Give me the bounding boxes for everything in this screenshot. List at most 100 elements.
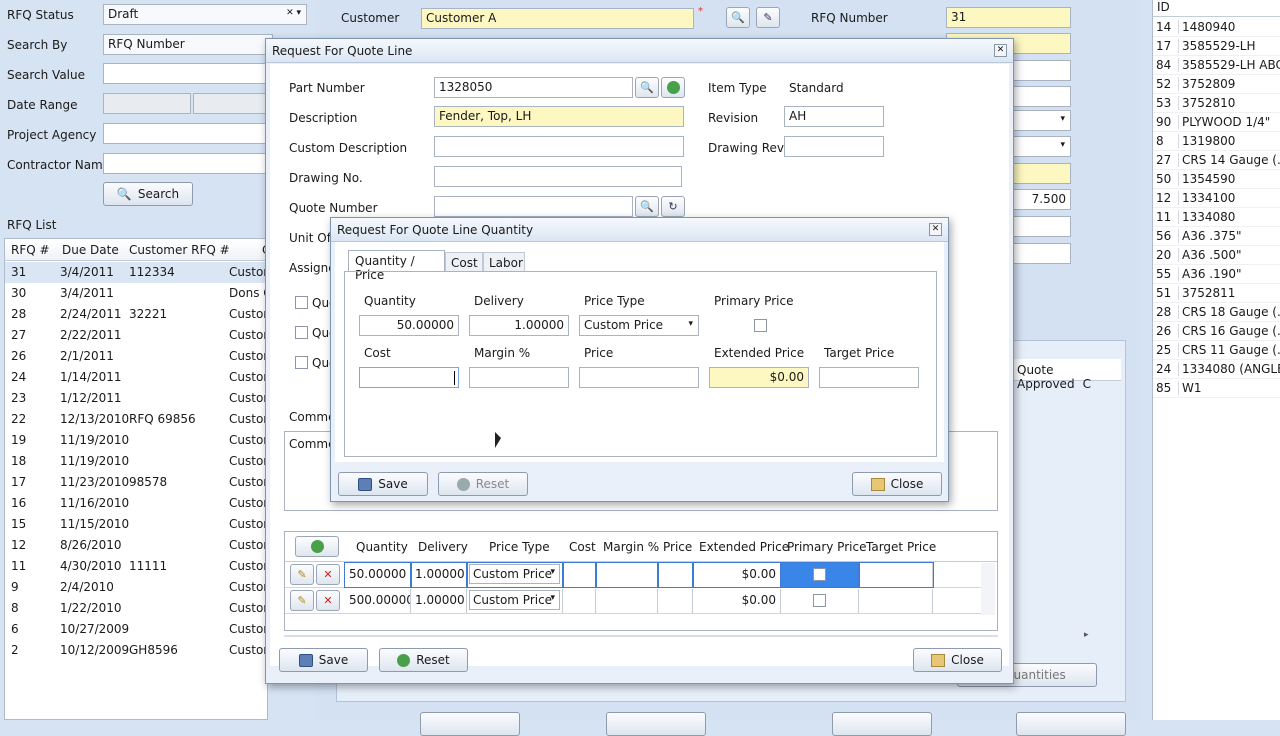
quote-checkbox-2[interactable] xyxy=(295,326,308,339)
rfq-number-input[interactable]: 31 xyxy=(946,7,1071,28)
part-add-button[interactable] xyxy=(661,77,685,98)
contractor-name-input[interactable] xyxy=(103,153,273,174)
table-row[interactable]: 12 8/26/2010 Custon xyxy=(5,535,267,556)
row-extended-price[interactable]: $0.00 xyxy=(693,589,781,613)
list-item[interactable]: 56 A36 .375" xyxy=(1153,227,1280,246)
target-price-input[interactable] xyxy=(819,367,919,388)
list-item[interactable]: 20 A36 .500" xyxy=(1153,246,1280,265)
search-value-input[interactable] xyxy=(103,63,273,84)
tab-cost[interactable]: Cost xyxy=(445,252,483,272)
list-item[interactable]: 84 3585529-LH ABC xyxy=(1153,56,1280,75)
table-row[interactable]: 26 2/1/2011 Custon xyxy=(5,346,267,367)
list-item[interactable]: 28 CRS 18 Gauge (.04 xyxy=(1153,303,1280,322)
quote-checkbox-3[interactable] xyxy=(295,356,308,369)
list-item[interactable]: 53 3752810 xyxy=(1153,94,1280,113)
grid-header-extended-price[interactable]: Extended Price xyxy=(699,540,789,554)
header-rfq-num[interactable]: RFQ # xyxy=(11,243,50,257)
list-item[interactable]: 8 1319800 xyxy=(1153,132,1280,151)
date-from-input[interactable] xyxy=(103,93,191,114)
quantity-input[interactable]: 50.00000 xyxy=(359,315,459,336)
table-row[interactable]: 19 11/19/2010 Custon xyxy=(5,430,267,451)
list-item[interactable]: 14 1480940 xyxy=(1153,18,1280,37)
table-row[interactable]: 8 1/22/2010 Custon xyxy=(5,598,267,619)
row-cost[interactable] xyxy=(563,589,596,613)
header-due-date[interactable]: Due Date xyxy=(62,243,119,257)
close-icon[interactable]: ✕ xyxy=(929,223,942,236)
price-input[interactable] xyxy=(579,367,699,388)
list-item[interactable]: 11 1334080 xyxy=(1153,208,1280,227)
grid-header-target-price[interactable]: Target Price xyxy=(866,540,936,554)
extended-price-input[interactable]: $0.00 xyxy=(709,367,809,388)
list-item[interactable]: 52 3752809 xyxy=(1153,75,1280,94)
add-quantity-button[interactable] xyxy=(295,536,339,557)
table-row[interactable]: 23 1/12/2011 Custon xyxy=(5,388,267,409)
date-to-input[interactable] xyxy=(193,93,273,114)
table-row[interactable]: 6 10/27/2009 Custon xyxy=(5,619,267,640)
bg-bottom-button-4[interactable] xyxy=(1016,712,1126,736)
row-extended-price[interactable]: $0.00 xyxy=(692,562,782,588)
grid-header-delivery[interactable]: Delivery xyxy=(418,540,468,554)
table-row[interactable]: 28 2/24/2011 32221 Custon xyxy=(5,304,267,325)
grid-header-primary-price[interactable]: Primary Price xyxy=(787,540,866,554)
customer-input[interactable]: Customer A xyxy=(421,8,694,29)
grid-scrollbar[interactable] xyxy=(981,563,995,615)
delete-row-button[interactable]: ✕ xyxy=(316,590,340,611)
row-price[interactable] xyxy=(658,589,693,613)
qty-close-button[interactable]: Close xyxy=(852,472,942,496)
row-primary-price[interactable] xyxy=(780,562,860,588)
cost-input[interactable] xyxy=(359,367,459,388)
row-primary-price[interactable] xyxy=(781,589,859,613)
part-number-input[interactable]: 1328050 xyxy=(434,77,633,98)
edit-row-button[interactable]: ✎ xyxy=(290,590,314,611)
row-quantity[interactable]: 50.00000 xyxy=(344,562,412,588)
description-input[interactable]: Fender, Top, LH xyxy=(434,106,684,127)
line-save-button[interactable]: Save xyxy=(279,648,368,672)
quote-search-button[interactable]: 🔍 xyxy=(635,196,659,217)
delete-row-button[interactable]: ✕ xyxy=(316,564,340,585)
row-price[interactable] xyxy=(657,562,694,588)
row-margin[interactable] xyxy=(596,589,658,613)
header-customer-rfq[interactable]: Customer RFQ # xyxy=(129,243,230,257)
quote-checkbox-1[interactable] xyxy=(295,296,308,309)
grid-header-price-type[interactable]: Price Type xyxy=(489,540,550,554)
list-item[interactable]: 26 CRS 16 Gauge (.05 xyxy=(1153,322,1280,341)
list-item[interactable]: 50 1354590 xyxy=(1153,170,1280,189)
list-item[interactable]: 24 1334080 (ANGLE - xyxy=(1153,360,1280,379)
table-row[interactable]: 15 11/15/2010 Custon xyxy=(5,514,267,535)
row-margin[interactable] xyxy=(595,562,659,588)
row-delivery[interactable]: 1.00000 xyxy=(410,562,468,588)
custom-description-input[interactable] xyxy=(434,136,684,157)
table-row[interactable]: 18 11/19/2010 Custon xyxy=(5,451,267,472)
list-item[interactable]: 27 CRS 14 Gauge (.07 xyxy=(1153,151,1280,170)
bg-bottom-button-2[interactable] xyxy=(606,712,706,736)
quote-number-input[interactable] xyxy=(434,196,633,217)
table-row[interactable]: 27 2/22/2011 Custon xyxy=(5,325,267,346)
margin-input[interactable] xyxy=(469,367,569,388)
id-header[interactable]: ID xyxy=(1157,0,1170,14)
row-price-type[interactable]: Custom Price ▾ xyxy=(467,589,563,613)
table-row[interactable]: 30 3/4/2011 Dons C xyxy=(5,283,267,304)
list-item[interactable]: 55 A36 .190" xyxy=(1153,265,1280,284)
scroll-right-icon[interactable]: ▸ xyxy=(1084,630,1089,640)
grid-header-cost[interactable]: Cost xyxy=(569,540,596,554)
qty-save-button[interactable]: Save xyxy=(338,472,428,496)
row-target-price[interactable] xyxy=(859,589,933,613)
delivery-input[interactable]: 1.00000 xyxy=(469,315,569,336)
price-type-select[interactable]: Custom Price ▾ xyxy=(579,315,699,336)
table-row[interactable]: 16 11/16/2010 Custon xyxy=(5,493,267,514)
revision-input[interactable]: AH xyxy=(784,106,884,127)
part-search-button[interactable]: 🔍 xyxy=(635,77,659,98)
project-agency-input[interactable] xyxy=(103,123,273,144)
list-item[interactable]: 17 3585529-LH xyxy=(1153,37,1280,56)
primary-price-checkbox[interactable] xyxy=(754,319,767,332)
list-item[interactable]: 25 CRS 11 Gauge (.11 xyxy=(1153,341,1280,360)
list-item[interactable]: 85 W1 xyxy=(1153,379,1280,398)
row-primary-checkbox[interactable] xyxy=(813,568,826,581)
grid-header-margin[interactable]: Margin % xyxy=(603,540,659,554)
line-reset-button[interactable]: Reset xyxy=(379,648,468,672)
table-row[interactable]: 24 1/14/2011 Custon xyxy=(5,367,267,388)
drawing-rev-input[interactable] xyxy=(784,136,884,157)
line-close-button[interactable]: Close xyxy=(913,648,1002,672)
table-row[interactable]: 9 2/4/2010 Custon xyxy=(5,577,267,598)
close-icon[interactable]: ✕ xyxy=(994,44,1007,57)
